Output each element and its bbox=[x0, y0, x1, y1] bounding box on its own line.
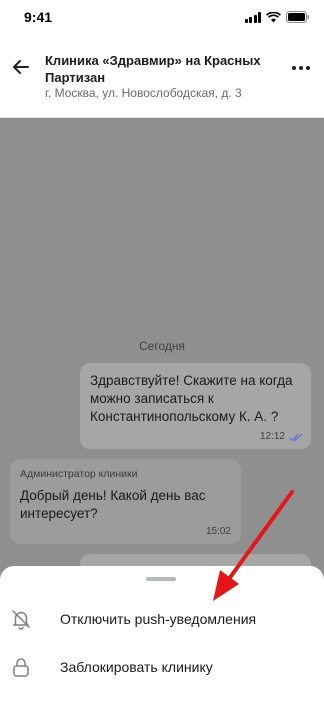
read-double-check-icon bbox=[289, 433, 303, 442]
wifi-icon bbox=[266, 11, 281, 22]
message-text: Здравствуйте! Скажите на когда можно зап… bbox=[90, 373, 293, 424]
clinic-name: Клиника «Здравмир» на Красных Партизан bbox=[45, 53, 261, 85]
message-text: Добрый день! Какой день вас интересует? bbox=[20, 488, 206, 521]
status-icons bbox=[244, 11, 311, 23]
more-options-icon[interactable] bbox=[292, 66, 310, 70]
chat-header: Клиника «Здравмир» на Красных Партизан г… bbox=[0, 34, 324, 118]
message-time: 12:12 bbox=[259, 431, 285, 442]
block-clinic-item[interactable]: Заблокировать клинику bbox=[0, 645, 324, 689]
date-divider: Сегодня bbox=[139, 339, 185, 353]
clinic-address: г. Москва, ул. Новослободская, д. 3 bbox=[45, 86, 242, 100]
status-bar: 9:41 bbox=[0, 0, 324, 34]
bell-off-icon bbox=[12, 610, 30, 630]
menu-item-label: Заблокировать клинику bbox=[60, 659, 213, 675]
sheet-drag-handle[interactable] bbox=[146, 577, 176, 581]
menu-item-label: Отключить push-уведомления bbox=[60, 611, 257, 627]
action-sheet: Отключить push-уведомления Заблокировать… bbox=[0, 566, 324, 710]
signal-icon bbox=[244, 11, 261, 23]
status-time: 9:41 bbox=[24, 9, 53, 25]
back-arrow-icon[interactable] bbox=[10, 56, 32, 78]
message-time: 15:02 bbox=[205, 526, 231, 537]
chat-area: Сегодня Здравствуйте! Скажите на когда м… bbox=[0, 118, 324, 594]
incoming-message[interactable]: Администратор клиники Добрый день! Какой… bbox=[10, 459, 241, 544]
disable-push-notifications-item[interactable]: Отключить push-уведомления bbox=[0, 597, 324, 641]
battery-icon bbox=[286, 11, 310, 23]
message-sender: Администратор клиники bbox=[20, 468, 138, 480]
lock-icon bbox=[13, 658, 29, 677]
outgoing-message[interactable]: Здравствуйте! Скажите на когда можно зап… bbox=[80, 363, 311, 449]
